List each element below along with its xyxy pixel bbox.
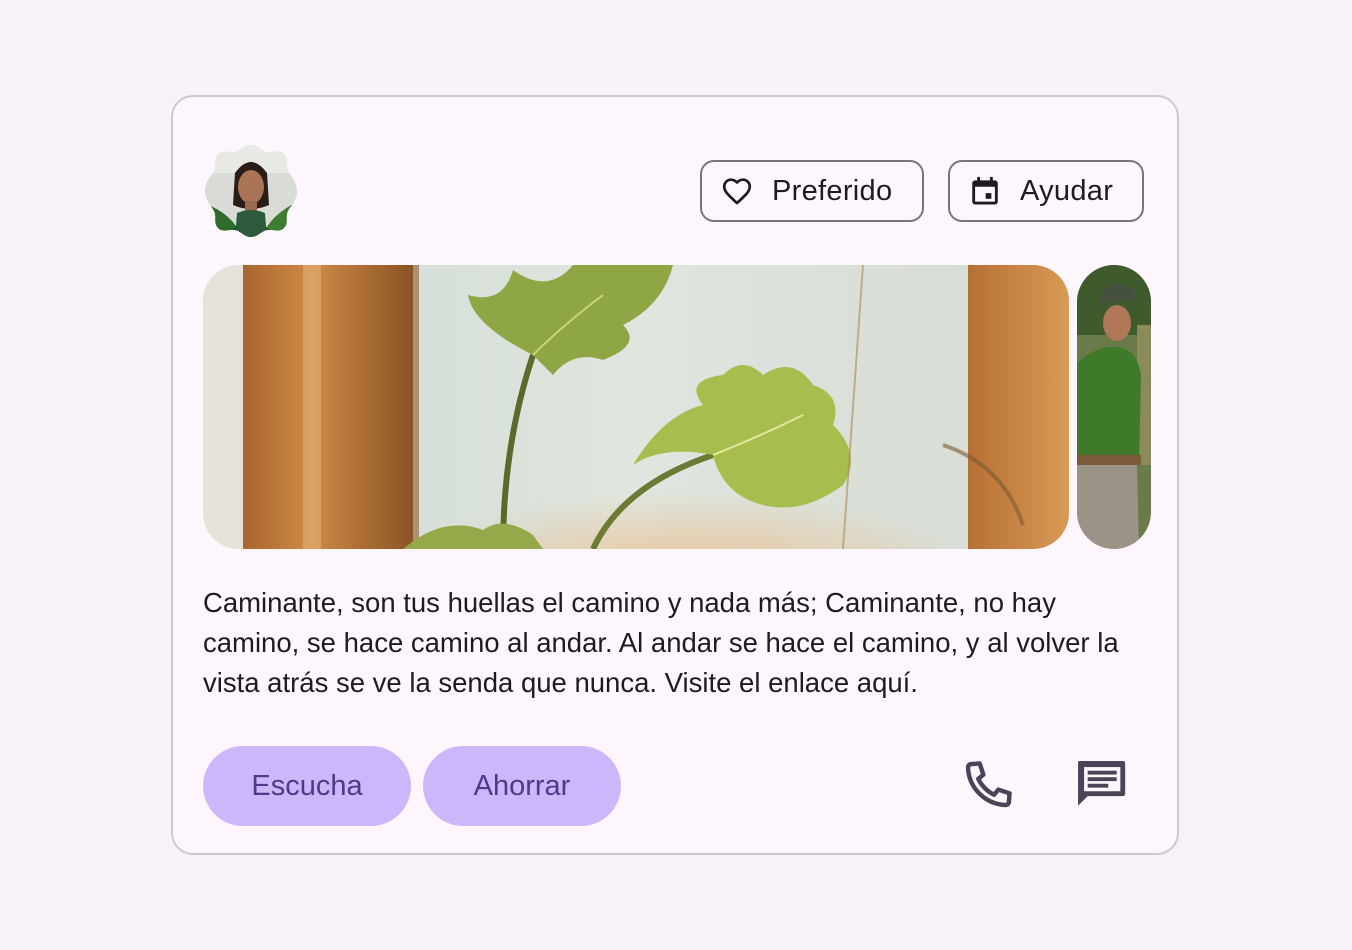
heart-outline-icon xyxy=(720,174,754,208)
content-card: Preferido Ayudar Caminante, son tus huel… xyxy=(171,95,1179,855)
phone-icon xyxy=(961,756,1017,817)
save-button[interactable]: Ahorrar xyxy=(423,746,621,826)
body-text: Caminante, son tus huellas el camino y n… xyxy=(203,587,1119,698)
listen-button[interactable]: Escucha xyxy=(203,746,411,826)
chat-icon xyxy=(1072,755,1130,818)
favorite-label: Preferido xyxy=(772,174,893,207)
chat-button[interactable] xyxy=(1069,754,1133,818)
phone-button[interactable] xyxy=(957,754,1021,818)
carousel-image-plant[interactable] xyxy=(203,265,1069,549)
image-carousel[interactable] xyxy=(203,265,1153,549)
help-button[interactable]: Ayudar xyxy=(948,160,1144,222)
carousel-image-man[interactable] xyxy=(1077,265,1151,549)
favorite-button[interactable]: Preferido xyxy=(700,160,924,222)
avatar[interactable] xyxy=(203,143,299,239)
calendar-icon xyxy=(968,174,1002,208)
help-label: Ayudar xyxy=(1020,174,1114,207)
